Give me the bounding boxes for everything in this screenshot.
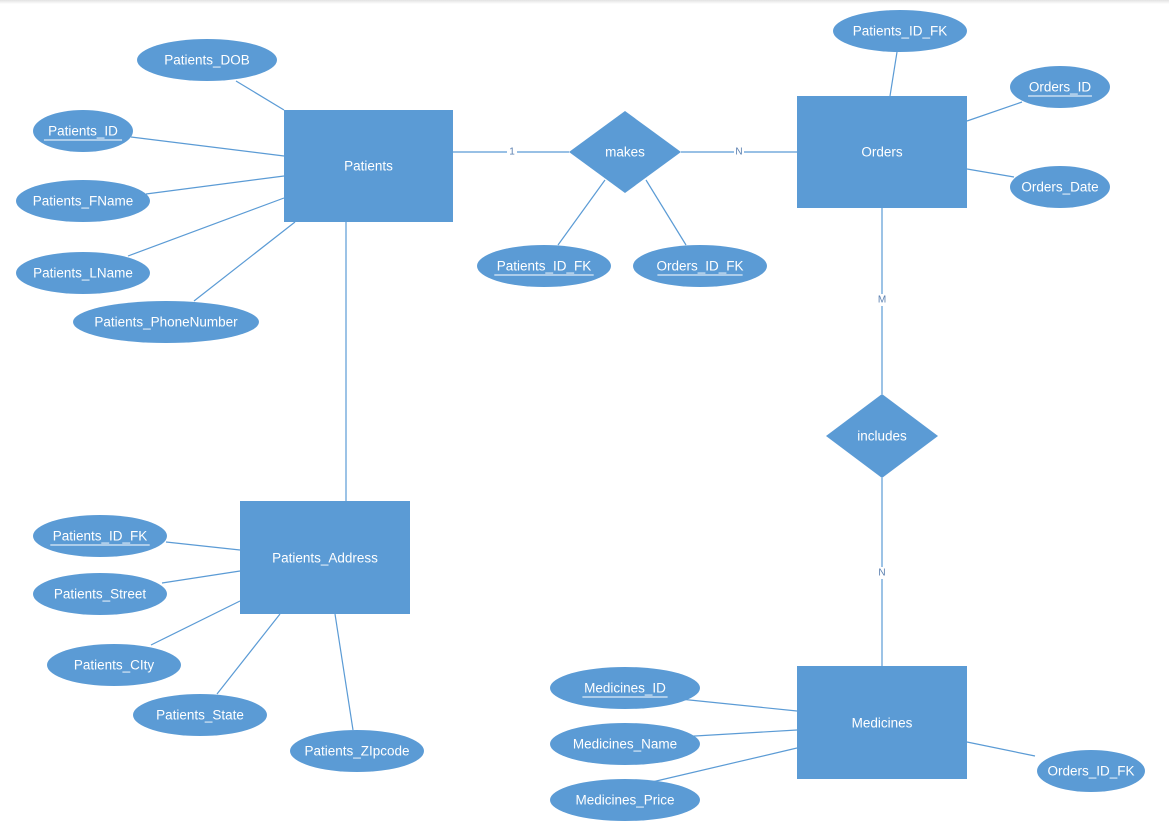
attribute-connector bbox=[145, 175, 285, 195]
cardinality-label: M bbox=[878, 295, 886, 306]
entity-medicines[interactable]: Medicines bbox=[797, 666, 967, 779]
attribute-patients-fname[interactable]: Patients_FName bbox=[16, 180, 150, 222]
entity-label: Orders bbox=[861, 145, 903, 160]
attribute-connector bbox=[161, 570, 241, 584]
cardinality-label: N bbox=[878, 568, 885, 579]
key-attribute-label: Patients_ID_FK bbox=[53, 529, 148, 544]
key-attribute-label: Orders_ID_FK bbox=[656, 259, 743, 274]
attribute-connector bbox=[216, 613, 281, 695]
attribute-orders-date[interactable]: Orders_Date bbox=[1010, 166, 1110, 208]
attribute-label: Patients_DOB bbox=[164, 53, 250, 68]
attribute-connector bbox=[334, 613, 354, 731]
relationship-makes[interactable]: makes bbox=[569, 111, 681, 193]
entity-label: Medicines bbox=[852, 716, 913, 731]
attribute-connector bbox=[966, 101, 1023, 122]
attribute-orders-id[interactable]: Orders_ID bbox=[1010, 66, 1110, 108]
attribute-connector bbox=[889, 51, 898, 97]
attribute-patients-dob[interactable]: Patients_DOB bbox=[137, 39, 277, 81]
attribute-label: Patients_LName bbox=[33, 266, 133, 281]
relationship-label: includes bbox=[857, 429, 907, 444]
attribute-label: Patients_PhoneNumber bbox=[94, 315, 238, 330]
attribute-connector bbox=[127, 197, 285, 257]
entity-patients-address[interactable]: Patients_Address bbox=[240, 501, 410, 614]
attribute-medicines-id[interactable]: Medicines_ID bbox=[550, 667, 700, 709]
attribute-orders-id-fk[interactable]: Orders_ID_FK bbox=[633, 245, 767, 287]
attribute-patients-id-fk[interactable]: Patients_ID_FK bbox=[33, 515, 167, 557]
attribute-connector bbox=[669, 697, 798, 712]
entity-label: Patients_Address bbox=[272, 551, 378, 566]
attribute-patients-zipcode[interactable]: Patients_ZIpcode bbox=[290, 730, 424, 772]
attribute-connector bbox=[645, 179, 687, 246]
attribute-connector bbox=[193, 221, 296, 302]
attribute-label: Medicines_Name bbox=[573, 737, 677, 752]
attribute-label: Patients_Street bbox=[54, 587, 147, 602]
attribute-patients-state[interactable]: Patients_State bbox=[133, 694, 267, 736]
attribute-patients-id[interactable]: Patients_ID bbox=[33, 110, 133, 152]
attribute-connector bbox=[165, 541, 241, 551]
key-attribute-label: Patients_ID_FK bbox=[497, 259, 592, 274]
attribute-label: Patients_State bbox=[156, 708, 244, 723]
key-attribute-label: Patients_ID bbox=[48, 124, 118, 139]
attribute-connector bbox=[130, 136, 285, 157]
attribute-connector bbox=[677, 729, 798, 738]
attribute-patients-city[interactable]: Patients_CIty bbox=[47, 644, 181, 686]
attribute-patients-lname[interactable]: Patients_LName bbox=[16, 252, 150, 294]
attribute-connector bbox=[966, 168, 1015, 178]
relationship-label: makes bbox=[605, 145, 645, 160]
key-attribute-label: Orders_ID bbox=[1029, 80, 1092, 95]
attribute-connector bbox=[557, 179, 606, 246]
relationship-includes[interactable]: includes bbox=[826, 394, 938, 478]
attribute-label: Patients_ZIpcode bbox=[304, 744, 409, 759]
attribute-patients-phonenumber[interactable]: Patients_PhoneNumber bbox=[73, 301, 259, 343]
attribute-patients-street[interactable]: Patients_Street bbox=[33, 573, 167, 615]
attribute-label: Medicines_Price bbox=[575, 793, 674, 808]
attribute-label: Orders_ID_FK bbox=[1047, 764, 1134, 779]
attribute-connector bbox=[966, 741, 1036, 757]
attribute-patients-id-fk[interactable]: Patients_ID_FK bbox=[833, 10, 967, 52]
attribute-orders-id-fk[interactable]: Orders_ID_FK bbox=[1037, 750, 1145, 792]
key-attribute-label: Medicines_ID bbox=[584, 681, 666, 696]
er-diagram: Patients Orders Patients_Address Medicines m… bbox=[16, 10, 1145, 821]
attribute-label: Patients_ID_FK bbox=[853, 24, 948, 39]
attribute-medicines-price[interactable]: Medicines_Price bbox=[550, 779, 700, 821]
attribute-medicines-name[interactable]: Medicines_Name bbox=[550, 723, 700, 765]
cardinality-label: 1 bbox=[509, 147, 515, 158]
cardinality-label: N bbox=[735, 147, 742, 158]
entity-orders[interactable]: Orders bbox=[797, 96, 967, 208]
attribute-connector bbox=[150, 600, 241, 646]
attribute-label: Patients_FName bbox=[33, 194, 134, 209]
attribute-connector bbox=[235, 80, 285, 111]
entity-label: Patients bbox=[344, 159, 393, 174]
attribute-patients-id-fk[interactable]: Patients_ID_FK bbox=[477, 245, 611, 287]
attribute-label: Orders_Date bbox=[1021, 180, 1098, 195]
entity-patients[interactable]: Patients bbox=[284, 110, 453, 222]
attribute-label: Patients_CIty bbox=[74, 658, 155, 673]
